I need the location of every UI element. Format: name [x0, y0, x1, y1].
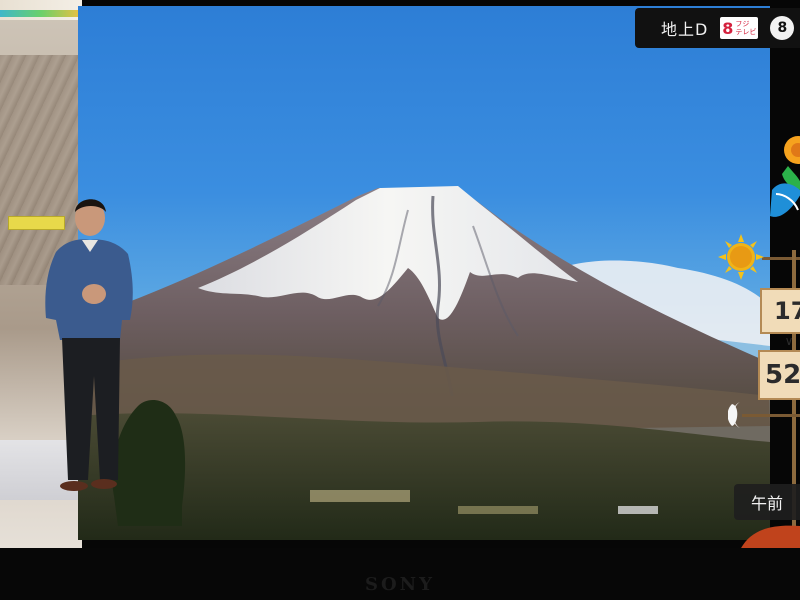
studio-sign-colorbar: [0, 10, 82, 17]
presenter: [38, 190, 138, 500]
mountain-photo: [78, 6, 770, 540]
channel-label: 地上D: [661, 20, 709, 39]
presenter-shoe: [60, 481, 88, 491]
weather-panel: 17 ∨ 52 午前: [712, 110, 800, 548]
sun-icon: [718, 234, 764, 280]
temp-sign-separator: ∨: [784, 334, 794, 348]
field: [310, 490, 410, 502]
channel-logo-text: フジ テレビ: [735, 20, 757, 36]
presenter-hands: [82, 284, 106, 304]
temp-low-sign: 52: [758, 350, 800, 400]
weather-base-decoration: [741, 525, 800, 548]
channel-badge: 地上D 8 フジ テレビ 8: [635, 8, 800, 48]
channel-logo-number: 8: [722, 18, 734, 38]
presenter-pants: [62, 338, 120, 480]
temp-high-sign: 17: [760, 288, 800, 334]
flower-icon: [770, 136, 800, 217]
channel-logo: 8 フジ テレビ: [720, 17, 759, 39]
mountain-scene: [78, 186, 770, 540]
time-of-day-label: 午前: [734, 484, 800, 520]
moon-branch: [742, 414, 800, 417]
presenter-shoe: [91, 479, 117, 489]
presenter-figure: [45, 199, 133, 491]
tv-brand-logo: SONY: [365, 574, 435, 595]
building: [618, 506, 658, 514]
tv-frame: 地上D 8 フジ テレビ 8 1 ∨ 52 午前 SONY: [0, 0, 800, 600]
moon-icon: [728, 402, 740, 428]
tv-screen: 地上D 8 フジ テレビ 8 1 ∨ 52 午前: [0, 0, 800, 548]
field: [458, 506, 538, 514]
channel-number: 8: [770, 16, 795, 40]
